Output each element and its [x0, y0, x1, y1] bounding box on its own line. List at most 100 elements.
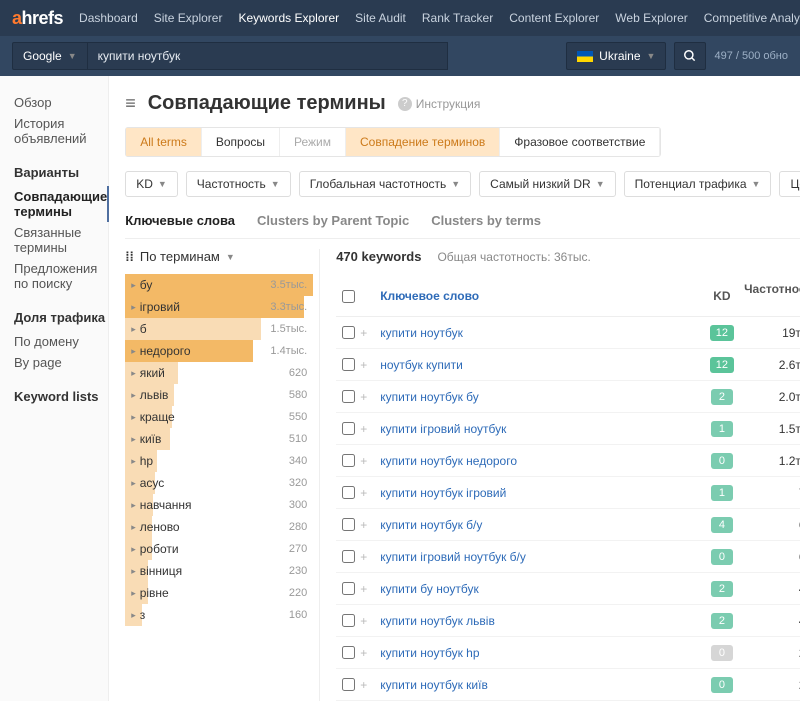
nav-item[interactable]: Keywords Explorer: [238, 11, 339, 25]
country-dropdown[interactable]: Ukraine▼: [566, 42, 666, 70]
col-kd[interactable]: KD: [701, 289, 743, 303]
term-row[interactable]: ▸ігровий3.3тыс.: [125, 296, 313, 318]
help-link[interactable]: ?Инструкция: [398, 97, 481, 111]
row-checkbox[interactable]: [342, 518, 355, 531]
row-checkbox[interactable]: [342, 390, 355, 403]
logo[interactable]: ahrefs: [12, 8, 63, 29]
search-engine-dropdown[interactable]: Google▼: [12, 42, 88, 70]
sidebar-item[interactable]: История объявлений: [14, 113, 108, 149]
result-tab[interactable]: Clusters by terms: [431, 213, 541, 228]
sidebar-item[interactable]: Обзор: [14, 92, 108, 113]
row-checkbox[interactable]: [342, 678, 355, 691]
expand-icon[interactable]: +: [360, 678, 380, 692]
filter-dropdown[interactable]: Самый низкий DR ▼: [479, 171, 615, 197]
row-checkbox[interactable]: [342, 550, 355, 563]
filter-dropdown[interactable]: Частотность ▼: [186, 171, 291, 197]
nav-item[interactable]: Competitive Analysis: [704, 11, 800, 25]
term-row[interactable]: ▸леново280: [125, 516, 313, 538]
expand-icon[interactable]: +: [360, 646, 380, 660]
kd-badge: 0: [711, 549, 733, 565]
term-row[interactable]: ▸недорого1.4тыс.: [125, 340, 313, 362]
expand-icon[interactable]: +: [360, 518, 380, 532]
keyword-link[interactable]: ноутбук купити: [380, 358, 701, 372]
keyword-row: +купити ноутбук1219тыс.: [336, 317, 800, 349]
terms-mode-dropdown[interactable]: ⁞⁞По терминам▼: [125, 249, 313, 264]
row-checkbox[interactable]: [342, 454, 355, 467]
keyword-link[interactable]: купити ноутбук б/у: [380, 518, 701, 532]
keyword-link[interactable]: купити ігровий ноутбук: [380, 422, 701, 436]
row-checkbox[interactable]: [342, 422, 355, 435]
filter-dropdown[interactable]: ЦельNew: [779, 171, 800, 197]
keyword-link[interactable]: купити бу ноутбук: [380, 582, 701, 596]
sidebar-item[interactable]: По домену: [14, 331, 108, 352]
mode-tab[interactable]: Вопросы: [202, 128, 280, 156]
term-row[interactable]: ▸київ510: [125, 428, 313, 450]
keyword-link[interactable]: купити ноутбук київ: [380, 678, 701, 692]
term-row[interactable]: ▸б1.5тыс.: [125, 318, 313, 340]
sidebar-item[interactable]: Предложения по поиску: [14, 258, 108, 294]
select-all-checkbox[interactable]: [342, 290, 355, 303]
row-checkbox[interactable]: [342, 358, 355, 371]
term-row[interactable]: ▸роботи270: [125, 538, 313, 560]
expand-icon[interactable]: +: [360, 390, 380, 404]
sub-nav: Google▼ Ukraine▼ 497 / 500 обно: [0, 36, 800, 76]
keyword-link[interactable]: купити ноутбук: [380, 326, 701, 340]
mode-tab[interactable]: All terms: [126, 128, 202, 156]
expand-icon[interactable]: +: [360, 454, 380, 468]
expand-icon[interactable]: +: [360, 422, 380, 436]
sidebar-section-title: Keyword lists: [14, 389, 108, 404]
caret-right-icon: ▸: [131, 324, 136, 335]
nav-item[interactable]: Site Explorer: [154, 11, 223, 25]
col-keyword[interactable]: Ключевое слово: [380, 289, 701, 303]
col-volume[interactable]: Частотность ▼: [743, 282, 800, 310]
term-row[interactable]: ▸навчання300: [125, 494, 313, 516]
row-checkbox[interactable]: [342, 486, 355, 499]
result-tab[interactable]: Ключевые слова: [125, 213, 235, 228]
term-row[interactable]: ▸з160: [125, 604, 313, 626]
term-row[interactable]: ▸hp340: [125, 450, 313, 472]
keyword-link[interactable]: купити ноутбук ігровий: [380, 486, 701, 500]
menu-icon[interactable]: ≡: [125, 93, 136, 114]
row-checkbox[interactable]: [342, 646, 355, 659]
mode-tab[interactable]: Режим: [280, 128, 346, 156]
expand-icon[interactable]: +: [360, 614, 380, 628]
keyword-link[interactable]: купити ноутбук hp: [380, 646, 701, 660]
term-row[interactable]: ▸рівне220: [125, 582, 313, 604]
term-row[interactable]: ▸краще550: [125, 406, 313, 428]
filter-dropdown[interactable]: Потенциал трафика ▼: [624, 171, 772, 197]
sidebar-item[interactable]: Связанные термины: [14, 222, 108, 258]
nav-item[interactable]: Site Audit: [355, 11, 406, 25]
keyword-input[interactable]: [88, 42, 448, 70]
keyword-link[interactable]: купити ноутбук бу: [380, 390, 701, 404]
expand-icon[interactable]: +: [360, 582, 380, 596]
term-row[interactable]: ▸який620: [125, 362, 313, 384]
expand-icon[interactable]: +: [360, 358, 380, 372]
result-tab[interactable]: Clusters by Parent Topic: [257, 213, 409, 228]
nav-item[interactable]: Content Explorer: [509, 11, 599, 25]
row-checkbox[interactable]: [342, 582, 355, 595]
nav-item[interactable]: Web Explorer: [615, 11, 687, 25]
term-row[interactable]: ▸бу3.5тыс.: [125, 274, 313, 296]
mode-tab[interactable]: Фразовое соответствие: [500, 128, 660, 156]
mode-tab[interactable]: Совпадение терминов: [346, 128, 500, 156]
filter-dropdown[interactable]: Глобальная частотность ▼: [299, 171, 471, 197]
sidebar-item[interactable]: Совпадающие термины: [14, 186, 109, 222]
nav-item[interactable]: Rank Tracker: [422, 11, 493, 25]
nav-item[interactable]: Dashboard: [79, 11, 138, 25]
expand-icon[interactable]: +: [360, 550, 380, 564]
keyword-link[interactable]: купити ноутбук львів: [380, 614, 701, 628]
keyword-link[interactable]: купити ігровий ноутбук б/у: [380, 550, 701, 564]
kd-badge: 1: [711, 421, 733, 437]
term-row[interactable]: ▸львів580: [125, 384, 313, 406]
row-checkbox[interactable]: [342, 326, 355, 339]
keyword-link[interactable]: купити ноутбук недорого: [380, 454, 701, 468]
sidebar-item[interactable]: By page: [14, 352, 108, 373]
term-row[interactable]: ▸асус320: [125, 472, 313, 494]
term-row[interactable]: ▸вінниця230: [125, 560, 313, 582]
row-checkbox[interactable]: [342, 614, 355, 627]
volume-cell: 2.0тыс.: [743, 390, 800, 404]
filter-dropdown[interactable]: KD ▼: [125, 171, 178, 197]
search-button[interactable]: [674, 42, 706, 70]
expand-icon[interactable]: +: [360, 326, 380, 340]
expand-icon[interactable]: +: [360, 486, 380, 500]
